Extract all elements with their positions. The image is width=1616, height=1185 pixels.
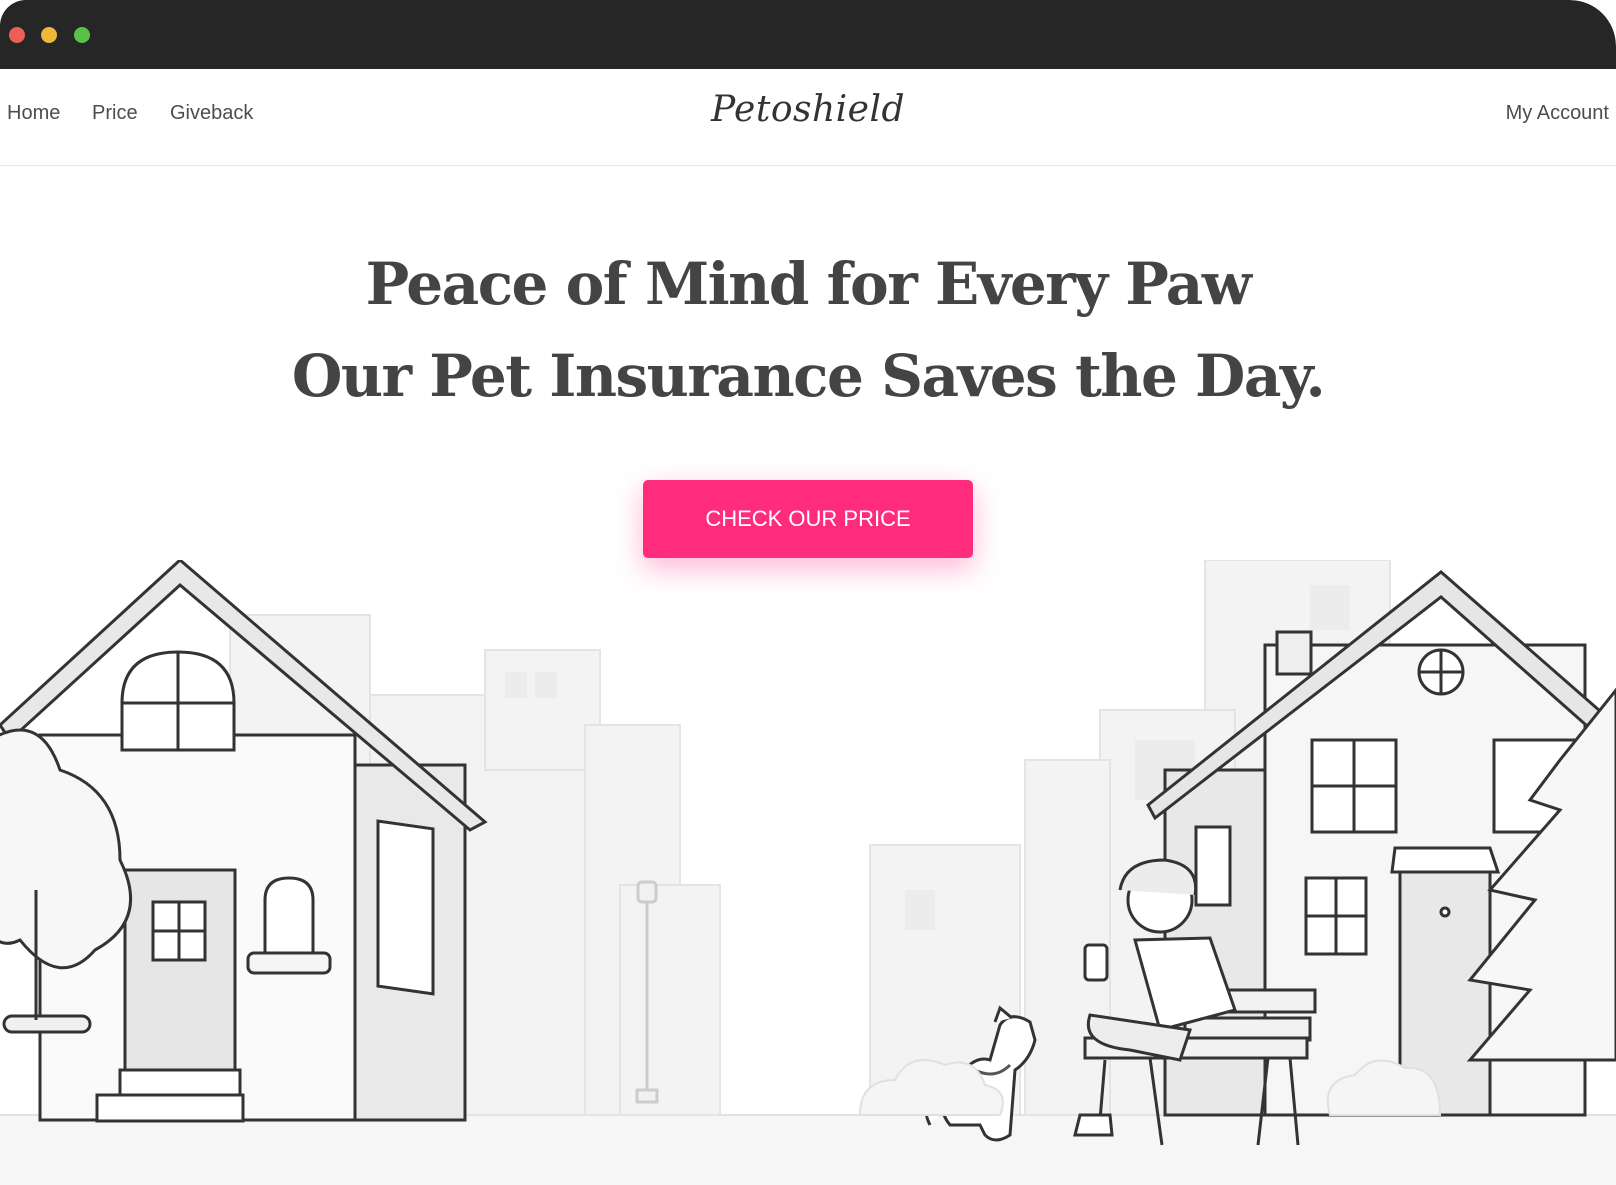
hero-heading-line-2: Our Pet Insurance Saves the Day. [291,342,1326,410]
hero-illustration [0,560,1616,1185]
top-navbar: Home Price Giveback Petoshield My Accoun… [0,69,1616,166]
close-window-button[interactable] [9,27,25,43]
maximize-window-button[interactable] [74,27,90,43]
window-titlebar [0,0,1616,69]
nav-link-my-account[interactable]: My Account [1506,102,1609,125]
check-price-button[interactable]: CHECK OUR PRICE [643,480,973,558]
browser-window: Home Price Giveback Petoshield My Accoun… [0,0,1616,1185]
minimize-window-button[interactable] [41,27,57,43]
hero-heading: Peace of Mind for Every Paw Our Pet Insu… [0,238,1616,422]
hero-heading-line-1: Peace of Mind for Every Paw [365,250,1252,318]
site-logo[interactable]: Petoshield [0,89,1616,130]
